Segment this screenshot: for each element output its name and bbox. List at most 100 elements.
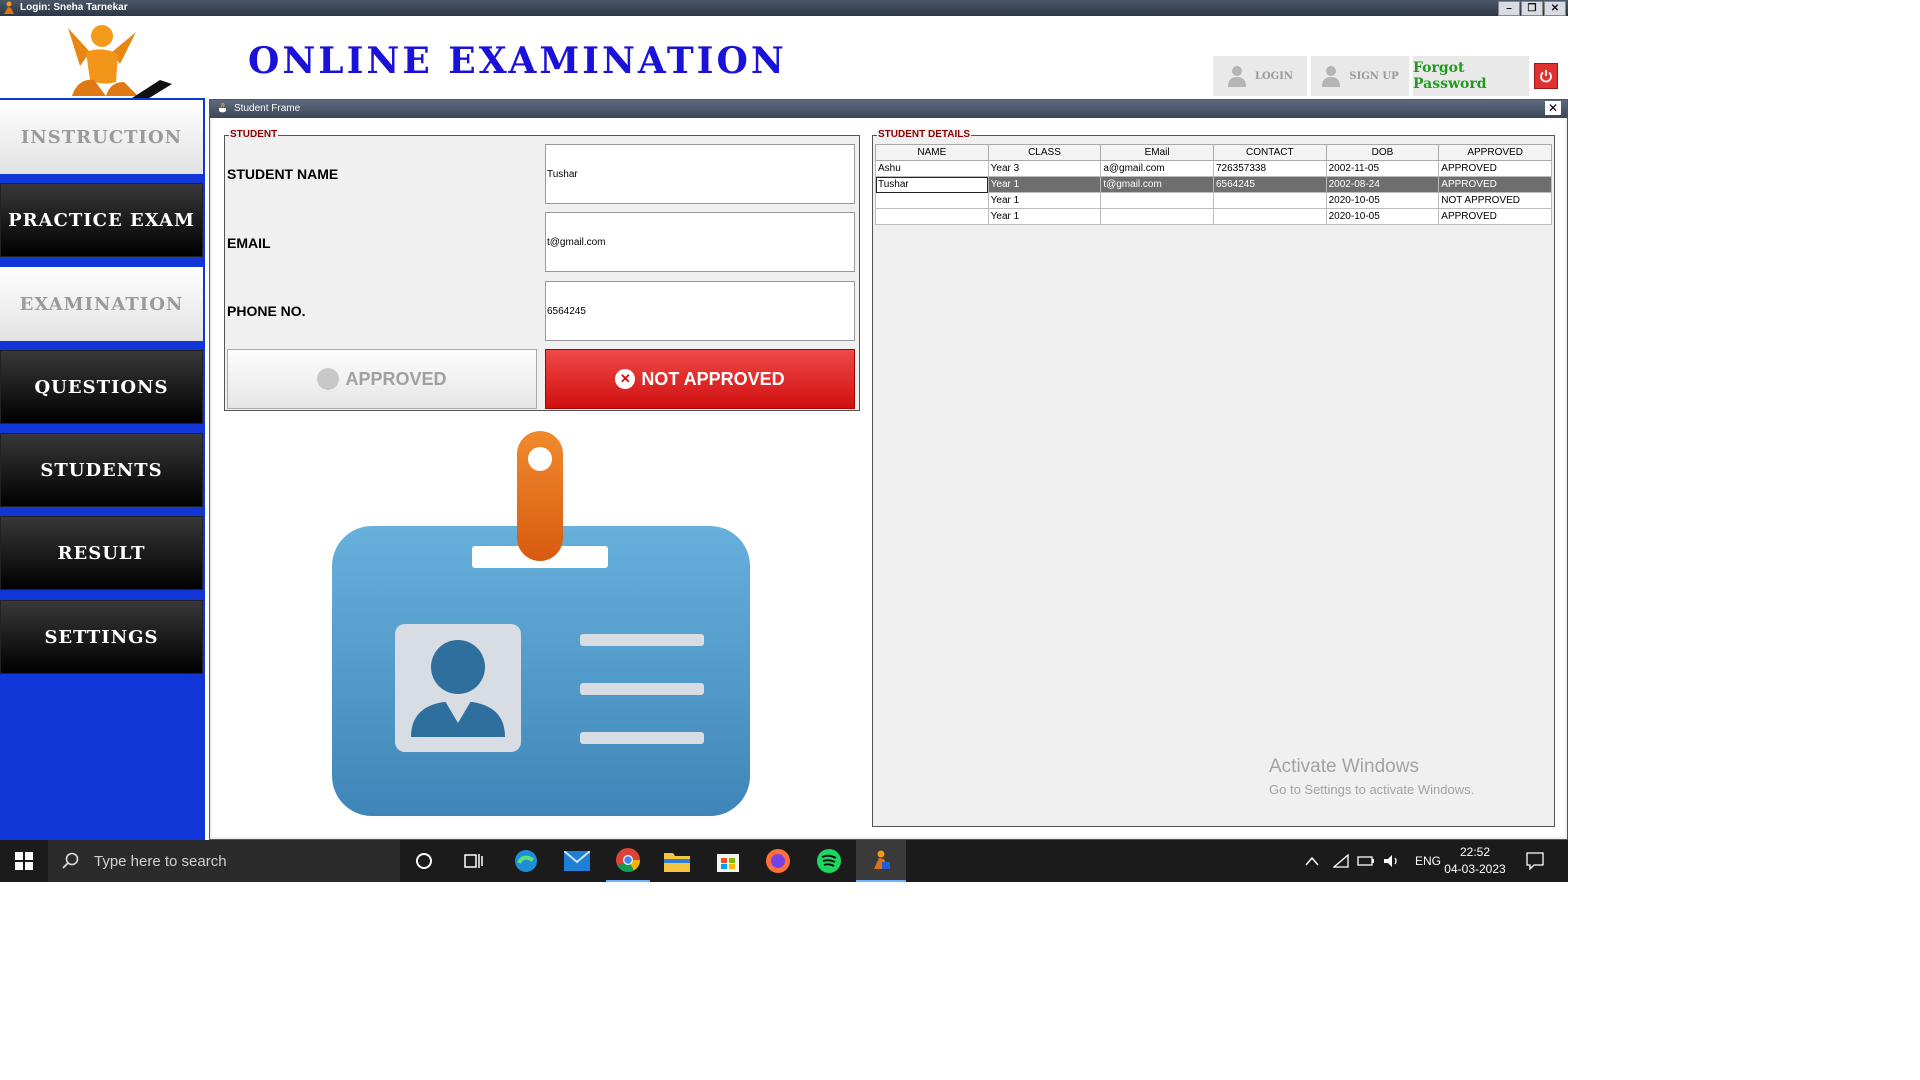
app-title: ONLINE EXAMINATION	[248, 40, 787, 82]
table-cell[interactable]: Year 1	[987, 208, 1102, 225]
table-cell[interactable]: APPROVED	[1438, 208, 1552, 225]
table-cell[interactable]: NOT APPROVED	[1438, 192, 1552, 209]
approved-button[interactable]: APPROVED	[227, 349, 537, 409]
column-header[interactable]: CONTACT	[1212, 144, 1327, 161]
start-button[interactable]	[0, 840, 48, 882]
table-cell[interactable]: t@gmail.com	[1100, 176, 1214, 193]
sidebar-item-students[interactable]: STUDENTS	[0, 433, 203, 507]
table-row[interactable]: Year 1 2020-10-05 APPROVED	[875, 208, 1552, 225]
table-cell[interactable]	[1100, 192, 1214, 209]
table-row[interactable]: Ashu Year 3 a@gmail.com 726357338 2002-1…	[875, 160, 1552, 177]
network-icon[interactable]	[1333, 854, 1349, 868]
sidebar-item-settings[interactable]: SETTINGS	[0, 600, 203, 674]
column-header[interactable]: CLASS	[987, 144, 1102, 161]
system-tray: ENG	[1305, 840, 1441, 882]
student-details-table[interactable]: NAME CLASS EMail CONTACT DOB APPROVED As…	[875, 144, 1552, 225]
user-icon	[1227, 66, 1246, 87]
task-view-icon	[464, 854, 483, 868]
sidebar-item-examination[interactable]: EXAMINATION	[0, 267, 203, 341]
spotify-button[interactable]	[808, 840, 850, 882]
power-icon	[1540, 70, 1552, 83]
table-cell[interactable]: Tushar	[875, 176, 989, 193]
app-icon	[4, 1, 14, 14]
sidebar-item-instruction[interactable]: INSTRUCTION	[0, 100, 203, 174]
edge-button[interactable]	[505, 840, 547, 882]
firefox-icon	[766, 849, 790, 873]
column-header[interactable]: DOB	[1325, 144, 1440, 161]
table-cell[interactable]	[875, 208, 989, 225]
table-cell[interactable]	[1100, 208, 1214, 225]
student-details-title: STUDENT DETAILS	[877, 129, 972, 140]
signup-button[interactable]: SIGN UP	[1311, 56, 1409, 96]
battery-icon[interactable]	[1357, 855, 1375, 867]
notifications-button[interactable]	[1515, 840, 1555, 882]
task-view-button[interactable]	[454, 840, 494, 882]
file-explorer-button[interactable]	[656, 840, 698, 882]
close-button[interactable]: ✕	[1544, 1, 1566, 16]
power-button[interactable]	[1534, 63, 1558, 89]
table-row[interactable]: Year 1 2020-10-05 NOT APPROVED	[875, 192, 1552, 209]
cortana-button[interactable]	[404, 840, 444, 882]
login-label: LOGIN	[1254, 70, 1294, 82]
windows-icon	[15, 852, 33, 870]
table-cell[interactable]: 2020-10-05	[1325, 192, 1440, 209]
cortana-icon	[416, 853, 432, 869]
frame-title: Student Frame	[234, 103, 301, 114]
table-cell[interactable]: 726357338	[1212, 160, 1327, 177]
exam-app-icon	[874, 850, 890, 869]
chrome-button[interactable]	[606, 840, 650, 882]
phone-field[interactable]: 6564245	[545, 281, 855, 341]
sidebar-item-result[interactable]: RESULT	[0, 516, 203, 590]
notification-icon	[1526, 852, 1544, 870]
student-group: STUDENT STUDENT NAME Tushar EMAIL t@gmai…	[224, 129, 860, 411]
language-indicator[interactable]: ENG	[1415, 854, 1441, 868]
table-cell[interactable]	[1212, 192, 1327, 209]
table-cell[interactable]: 6564245	[1212, 176, 1327, 193]
store-button[interactable]	[707, 840, 749, 882]
column-header[interactable]: APPROVED	[1438, 144, 1552, 161]
chevron-up-icon[interactable]	[1305, 856, 1319, 866]
table-cell[interactable]: Ashu	[875, 160, 989, 177]
column-header[interactable]: EMail	[1100, 144, 1214, 161]
volume-icon[interactable]	[1383, 854, 1401, 868]
table-cell[interactable]	[875, 192, 989, 209]
forgot-password-button[interactable]: Forgot Password	[1413, 56, 1529, 96]
sidebar-item-practice-exam[interactable]: PRACTICE EXAM	[0, 183, 203, 257]
java-app-button[interactable]	[856, 840, 906, 882]
student-name-field[interactable]: Tushar	[545, 144, 855, 204]
watermark-line2: Go to Settings to activate Windows.	[1269, 782, 1475, 797]
activate-windows-watermark: Activate Windows Go to Settings to activ…	[1269, 756, 1474, 797]
firefox-button[interactable]	[757, 840, 799, 882]
window-titlebar: Login: Sneha Tarnekar – ❐ ✕	[0, 0, 1568, 16]
clock[interactable]: 22:52 04-03-2023	[1440, 844, 1510, 878]
frame-close-button[interactable]: ✕	[1545, 101, 1561, 115]
table-cell[interactable]: APPROVED	[1438, 160, 1552, 177]
table-cell[interactable]	[1212, 208, 1327, 225]
restore-button[interactable]: ❐	[1521, 1, 1543, 16]
login-button[interactable]: LOGIN	[1213, 56, 1307, 96]
phone-label: PHONE NO.	[227, 303, 306, 319]
column-header[interactable]: NAME	[875, 144, 989, 161]
window-title: Login: Sneha Tarnekar	[20, 2, 128, 13]
table-cell[interactable]: Year 3	[987, 160, 1102, 177]
table-cell[interactable]: a@gmail.com	[1100, 160, 1214, 177]
not-approved-button[interactable]: ✕ NOT APPROVED	[545, 349, 855, 409]
spotify-icon	[817, 849, 841, 873]
table-cell[interactable]: 2002-08-24	[1325, 176, 1440, 193]
email-field[interactable]: t@gmail.com	[545, 212, 855, 272]
email-label: EMAIL	[227, 235, 271, 251]
user-icon	[1322, 66, 1341, 87]
minimize-button[interactable]: –	[1498, 1, 1520, 16]
table-cell[interactable]: 2002-11-05	[1325, 160, 1440, 177]
folder-icon	[664, 853, 690, 872]
table-cell[interactable]: Year 1	[987, 176, 1102, 193]
table-cell[interactable]: 2020-10-05	[1325, 208, 1440, 225]
taskbar-search[interactable]: Type here to search	[48, 840, 400, 882]
table-row-selected[interactable]: Tushar Year 1 t@gmail.com 6564245 2002-0…	[875, 176, 1552, 193]
mail-button[interactable]	[556, 840, 598, 882]
search-placeholder: Type here to search	[94, 852, 227, 870]
check-icon	[317, 368, 340, 390]
sidebar-item-questions[interactable]: QUESTIONS	[0, 350, 203, 424]
table-cell[interactable]: Year 1	[987, 192, 1102, 209]
table-cell[interactable]: APPROVED	[1438, 176, 1552, 193]
